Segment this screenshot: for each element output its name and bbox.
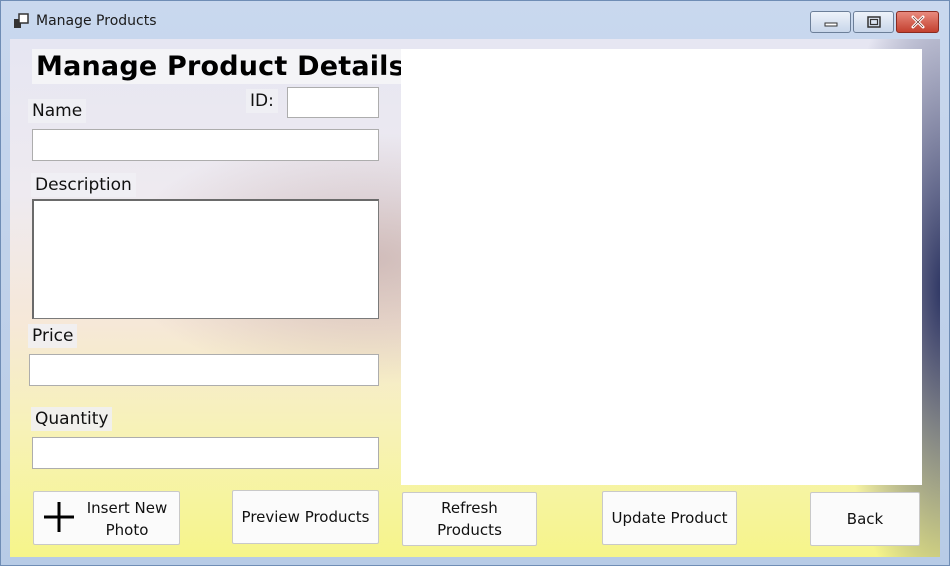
maximize-button[interactable] — [853, 11, 894, 33]
name-label: Name — [28, 99, 87, 123]
refresh-label-line2: Products — [437, 521, 502, 539]
description-label: Description — [31, 173, 136, 197]
plus-icon — [44, 502, 74, 532]
refresh-label-line1: Refresh — [441, 499, 498, 517]
id-label: ID: — [246, 89, 278, 113]
minimize-button[interactable] — [810, 11, 851, 33]
close-button[interactable] — [896, 11, 939, 33]
quantity-label: Quantity — [31, 407, 113, 431]
name-field[interactable] — [32, 129, 379, 161]
refresh-products-button[interactable]: Refresh Products — [402, 492, 537, 546]
form-client-area: Manage Product Details Name ID: Descript… — [10, 39, 940, 557]
update-product-button[interactable]: Update Product — [602, 491, 737, 545]
maximize-icon — [866, 16, 881, 28]
preview-products-button[interactable]: Preview Products — [232, 490, 379, 544]
price-label: Price — [28, 324, 78, 348]
price-field[interactable] — [29, 354, 379, 386]
insert-new-photo-button[interactable]: Insert New Photo — [33, 491, 180, 545]
title-bar[interactable]: Manage Products — [1, 1, 949, 37]
quantity-field[interactable] — [32, 437, 379, 469]
back-button[interactable]: Back — [810, 492, 920, 546]
caption-buttons — [810, 11, 939, 33]
description-field[interactable] — [32, 199, 379, 319]
close-icon — [911, 15, 924, 29]
page-title: Manage Product Details — [32, 49, 409, 84]
minimize-icon — [824, 22, 837, 27]
app-icon — [14, 13, 29, 28]
id-field[interactable] — [287, 87, 379, 118]
manage-products-window: Manage Products Manage Product Details N… — [0, 0, 950, 566]
window-title: Manage Products — [36, 13, 157, 29]
product-image-preview — [401, 49, 922, 485]
insert-photo-label: Insert New Photo — [86, 499, 168, 539]
